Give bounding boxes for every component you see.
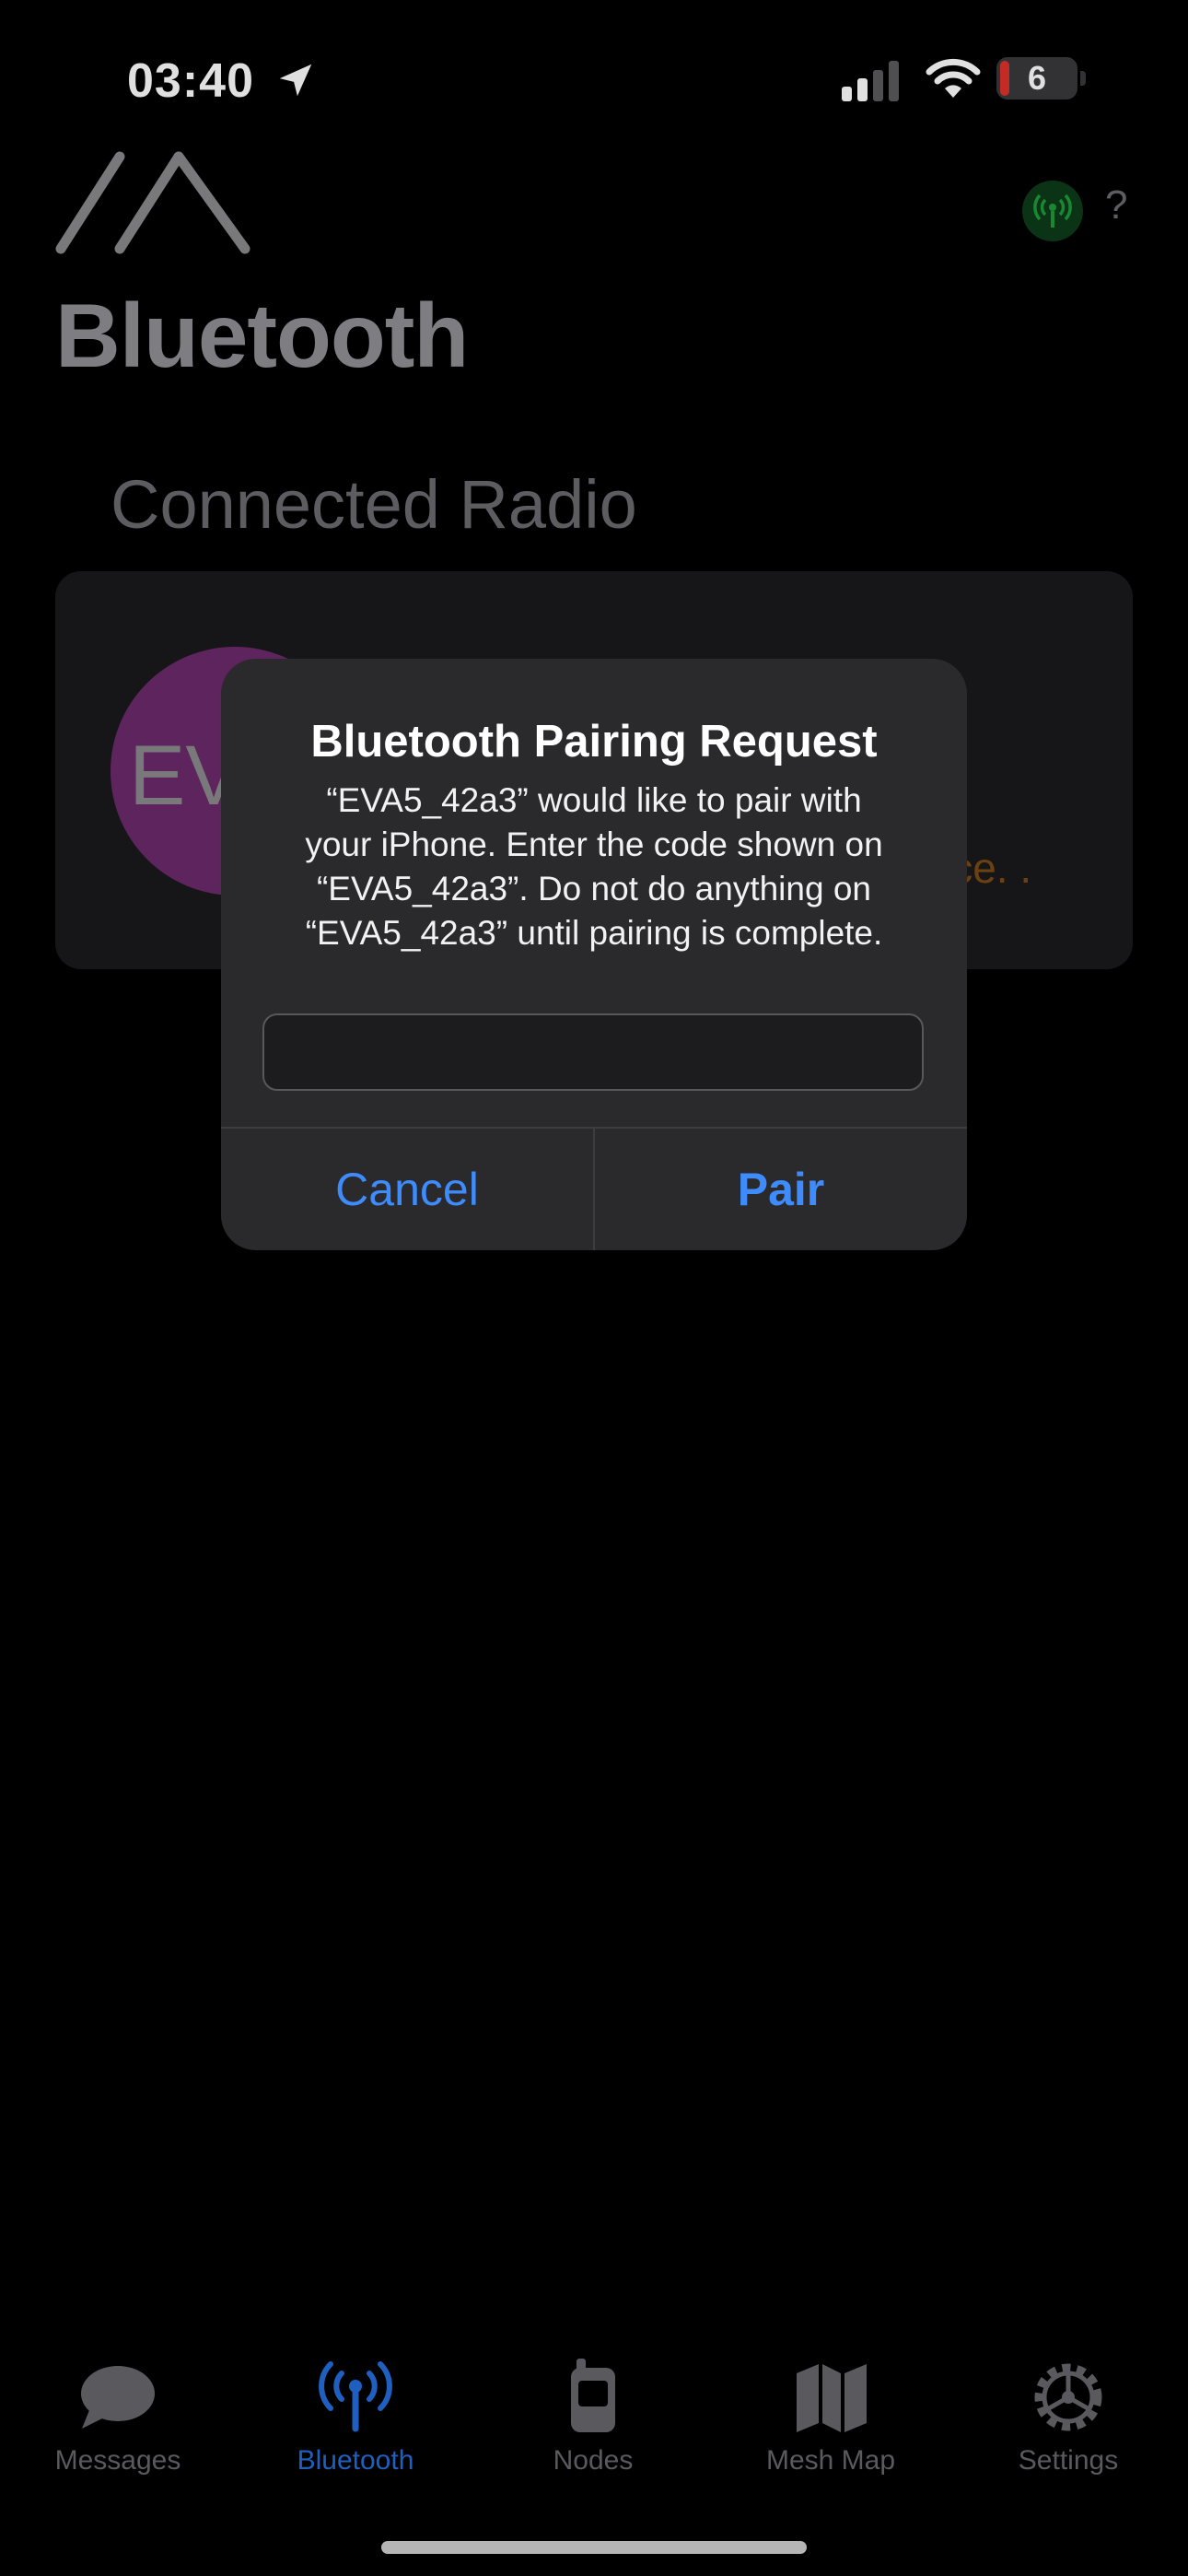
home-indicator[interactable] xyxy=(381,2541,807,2554)
pairing-alert-dialog: Bluetooth Pairing Request “EVA5_42a3” wo… xyxy=(221,659,967,1250)
tab-label: Mesh Map xyxy=(765,2445,896,2476)
cancel-button[interactable]: Cancel xyxy=(221,1129,593,1250)
radio-device-icon xyxy=(571,2359,615,2432)
tab-label: Settings xyxy=(1018,2445,1119,2476)
app-screen: 03:40 6 ? Bluetooth Connected Radio EV v… xyxy=(0,0,1188,2576)
tab-label: Nodes xyxy=(553,2445,634,2476)
pairing-code-input[interactable] xyxy=(262,1013,924,1091)
alert-message: “EVA5_42a3” would like to pair with your… xyxy=(305,781,883,952)
tab-nodes[interactable]: Nodes xyxy=(487,2359,699,2497)
tab-label: Messages xyxy=(54,2445,181,2476)
messages-bubble-icon xyxy=(81,2366,155,2429)
pair-button[interactable]: Pair xyxy=(595,1129,967,1250)
tab-label: Bluetooth xyxy=(297,2445,414,2476)
alert-title: Bluetooth Pairing Request xyxy=(310,717,878,767)
gear-icon xyxy=(1034,2363,1102,2431)
modal-dim-overlay xyxy=(0,0,1188,2576)
tab-bluetooth[interactable]: Bluetooth xyxy=(250,2359,461,2497)
tab-mesh-map[interactable]: Mesh Map xyxy=(725,2359,937,2497)
tab-messages[interactable]: Messages xyxy=(12,2359,224,2497)
map-icon xyxy=(797,2364,867,2432)
tab-settings[interactable]: Settings xyxy=(962,2359,1174,2497)
antenna-icon xyxy=(319,2361,392,2432)
